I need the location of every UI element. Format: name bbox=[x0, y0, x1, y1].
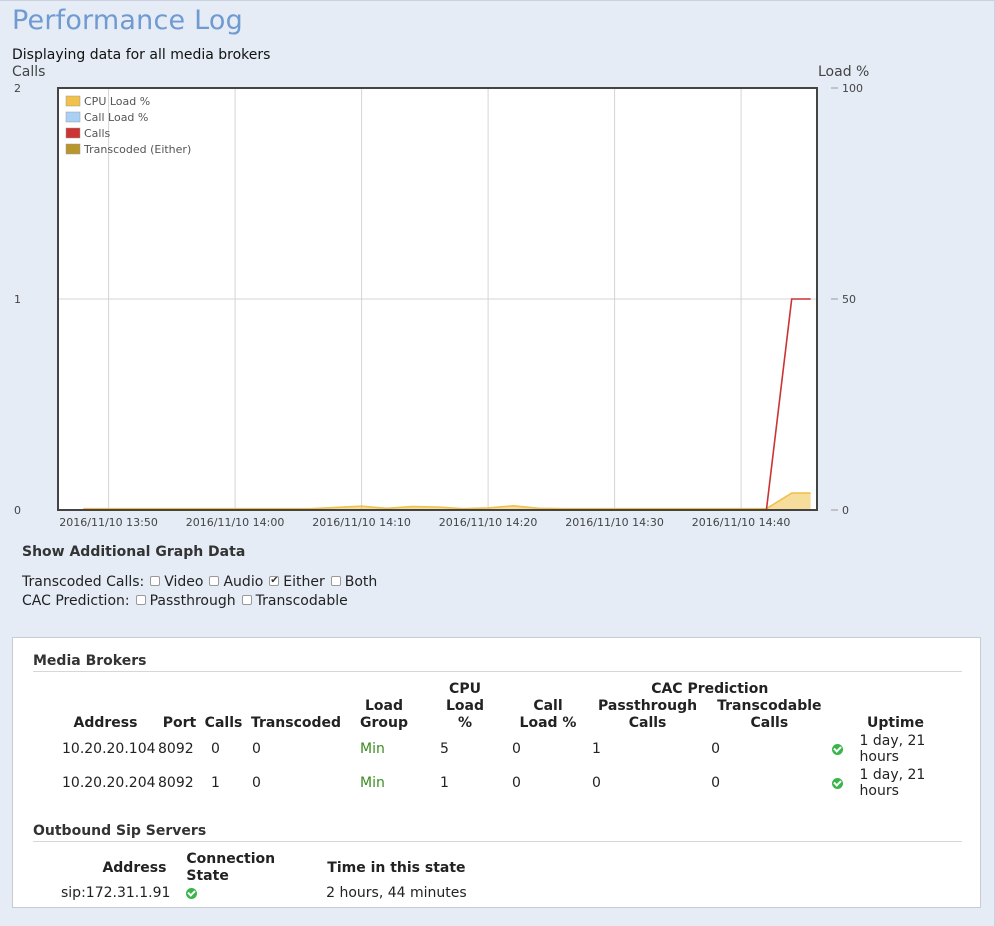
col-call-load: Call Load % bbox=[519, 698, 577, 731]
video-checkbox[interactable] bbox=[150, 575, 161, 586]
both-checkbox[interactable] bbox=[330, 575, 341, 586]
left-tick-label: 0 bbox=[14, 504, 21, 517]
col-transcoded: Transcoded bbox=[250, 715, 342, 731]
check-circle-icon bbox=[186, 887, 198, 899]
cac-prediction-label: CAC Prediction: bbox=[22, 592, 130, 609]
broker-status bbox=[831, 732, 860, 766]
legend-swatch bbox=[65, 111, 81, 123]
transcoded-video-option[interactable]: Video bbox=[150, 574, 203, 590]
broker-load-group[interactable]: Min bbox=[346, 766, 422, 800]
broker-transcoded: 0 bbox=[252, 775, 261, 791]
broker-uptime: 1 day, 21 hours bbox=[859, 733, 926, 765]
audio-checkbox[interactable] bbox=[209, 575, 220, 586]
col-calls: Calls bbox=[204, 715, 243, 731]
x-tick-label: 2016/11/10 14:30 bbox=[565, 516, 664, 529]
sip-time: 2 hours, 44 minutes bbox=[326, 885, 467, 901]
col-address: Address bbox=[73, 715, 138, 731]
right-tick-label: 100 bbox=[842, 82, 863, 95]
legend-label: Calls bbox=[84, 127, 111, 140]
sip-state bbox=[186, 885, 321, 902]
broker-port: 8092 bbox=[158, 775, 194, 791]
left-tick-label: 1 bbox=[14, 293, 21, 306]
transcoded-both-option[interactable]: Both bbox=[330, 573, 378, 590]
transcoded-calls-row: Transcoded Calls: Video Audio Either Bot… bbox=[22, 572, 383, 591]
x-tick-label: 2016/11/10 14:00 bbox=[186, 516, 285, 529]
media-brokers-table: Address Port Calls Transcoded Load Group… bbox=[53, 681, 960, 800]
broker-cpu-load: 5 bbox=[440, 741, 449, 757]
check-circle-icon bbox=[831, 777, 843, 789]
broker-calls: 0 bbox=[211, 741, 220, 757]
status-panel: Media Brokers Address Port Calls Transco… bbox=[12, 637, 981, 908]
transcoded-calls-label: Transcoded Calls: bbox=[22, 573, 145, 590]
col-transcodable: Transcodable Calls bbox=[717, 698, 822, 731]
cac-transcodable-option[interactable]: Transcodable bbox=[241, 592, 348, 609]
outbound-sip-table: Address Connection State Time in this st… bbox=[61, 851, 471, 902]
transcodable-option-label: Transcodable bbox=[255, 592, 348, 609]
x-tick-label: 2016/11/10 13:50 bbox=[59, 516, 158, 529]
broker-passthrough: 0 bbox=[592, 775, 601, 791]
broker-status bbox=[831, 766, 860, 800]
right-tick-label: 0 bbox=[842, 504, 849, 517]
media-brokers-divider bbox=[33, 671, 962, 672]
broker-row[interactable]: 10.20.20.204 8092 1 0 Min 1 0 0 0 1 day,… bbox=[53, 766, 960, 800]
sip-col-time: Time in this state bbox=[327, 859, 466, 876]
broker-row[interactable]: 10.20.20.104 8092 0 0 Min 5 0 1 0 1 day,… bbox=[53, 732, 960, 766]
broker-port: 8092 bbox=[158, 741, 194, 757]
broker-calls: 1 bbox=[211, 775, 220, 791]
outbound-sip-title: Outbound Sip Servers bbox=[33, 823, 207, 839]
legend-swatch bbox=[65, 143, 81, 155]
col-group-cac-prediction: CAC Prediction bbox=[651, 681, 769, 697]
sip-header-row: Address Connection State Time in this st… bbox=[61, 851, 471, 885]
sip-col-address: Address bbox=[102, 859, 167, 876]
x-tick-label: 2016/11/10 14:20 bbox=[439, 516, 538, 529]
sip-address: sip:172.31.1.91 bbox=[61, 885, 171, 901]
left-tick-label: 2 bbox=[14, 82, 21, 95]
x-tick-label: 2016/11/10 14:40 bbox=[692, 516, 791, 529]
broker-call-load: 0 bbox=[512, 741, 521, 757]
broker-call-load: 0 bbox=[512, 775, 521, 791]
brokers-group-header-row: Address Port Calls Transcoded Load Group… bbox=[53, 681, 960, 731]
transcoded-either-option[interactable]: Either bbox=[269, 573, 325, 590]
sip-col-state: Connection State bbox=[186, 851, 276, 884]
x-tick-label: 2016/11/10 14:10 bbox=[312, 516, 411, 529]
legend-label: Call Load % bbox=[84, 111, 148, 124]
broker-passthrough: 1 bbox=[592, 741, 601, 757]
col-uptime: Uptime bbox=[867, 715, 924, 731]
legend-label: Transcoded (Either) bbox=[83, 143, 191, 156]
either-checkbox[interactable] bbox=[269, 575, 280, 586]
cac-passthrough-option[interactable]: Passthrough bbox=[135, 592, 236, 609]
broker-uptime: 1 day, 21 hours bbox=[859, 767, 926, 799]
both-option-label: Both bbox=[344, 573, 378, 590]
right-tick-label: 50 bbox=[842, 293, 856, 306]
outbound-sip-divider bbox=[33, 841, 962, 842]
performance-chart: 0 1 2 0 50 100 2016/11/10 13:50 2016/11/10 14:0… bbox=[14, 82, 863, 529]
media-brokers-title: Media Brokers bbox=[33, 653, 147, 669]
broker-transcoded: 0 bbox=[252, 741, 261, 757]
check-circle-icon bbox=[831, 743, 843, 755]
col-load-group: Load Group bbox=[359, 698, 408, 731]
passthrough-checkbox[interactable] bbox=[135, 594, 146, 605]
broker-address: 10.20.20.204 bbox=[62, 775, 156, 791]
graph-options: Show Additional Graph Data Transcoded Ca… bbox=[22, 544, 383, 610]
legend-swatch bbox=[65, 95, 81, 107]
legend-swatch bbox=[65, 127, 81, 139]
either-option-label: Either bbox=[283, 573, 325, 590]
broker-address: 10.20.20.104 bbox=[62, 741, 156, 757]
broker-transcodable: 0 bbox=[711, 741, 721, 757]
transcoded-audio-option[interactable]: Audio bbox=[209, 574, 263, 590]
col-cpu-load: CPU Load % bbox=[445, 681, 484, 731]
audio-option-label: Audio bbox=[223, 573, 264, 590]
sip-row[interactable]: sip:172.31.1.91 2 hours, 44 minutes bbox=[61, 885, 471, 902]
broker-cpu-load: 1 bbox=[440, 775, 449, 791]
video-option-label: Video bbox=[164, 573, 204, 590]
graph-options-heading: Show Additional Graph Data bbox=[22, 544, 246, 560]
cac-prediction-row: CAC Prediction: Passthrough Transcodable bbox=[22, 591, 383, 610]
col-port: Port bbox=[162, 715, 197, 731]
col-passthrough: Passthrough Calls bbox=[598, 698, 698, 731]
passthrough-option-label: Passthrough bbox=[149, 592, 236, 609]
legend-label: CPU Load % bbox=[84, 95, 150, 108]
transcodable-checkbox[interactable] bbox=[241, 594, 252, 605]
broker-transcodable: 0 bbox=[711, 775, 721, 791]
broker-load-group[interactable]: Min bbox=[346, 732, 422, 766]
